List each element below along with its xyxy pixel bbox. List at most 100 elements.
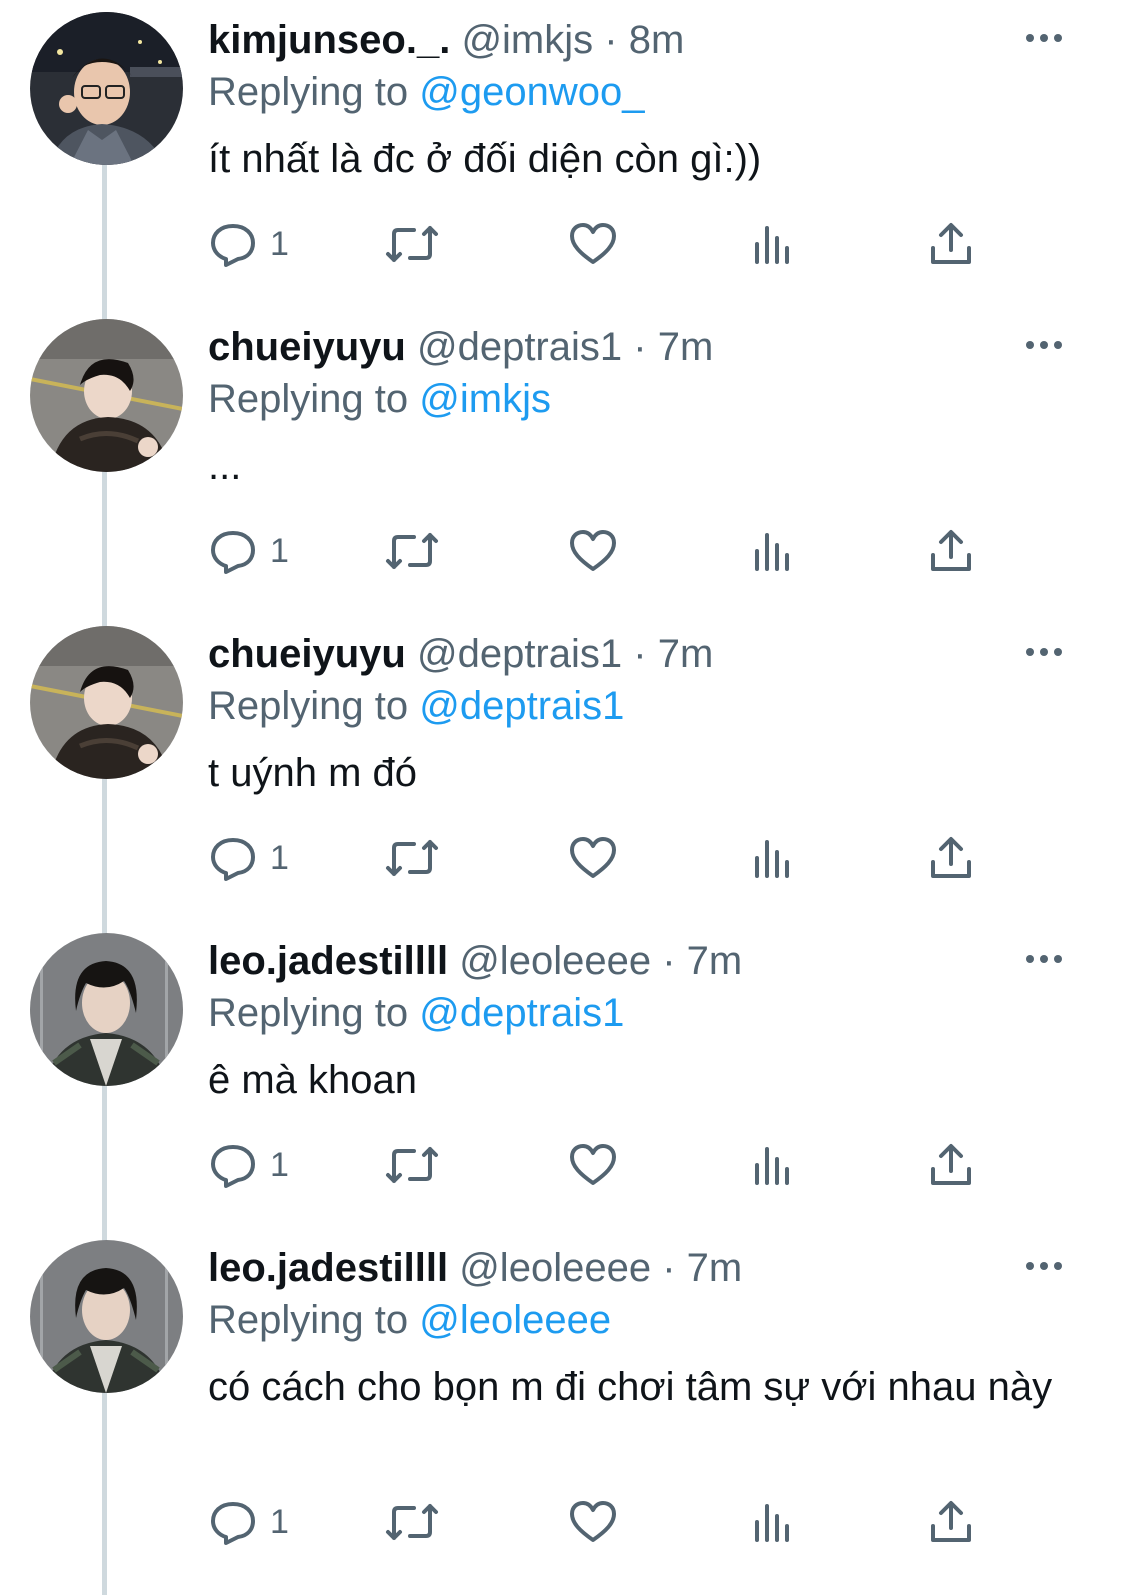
- display-name[interactable]: leo.jadestillll: [208, 1246, 448, 1290]
- tweet-text: ít nhất là đc ở đối diện còn gì:)): [208, 137, 762, 181]
- share-icon: [931, 1501, 971, 1542]
- timestamp[interactable]: 7m: [658, 325, 714, 369]
- more-options-icon[interactable]: [1024, 1256, 1064, 1276]
- like-button[interactable]: [568, 1494, 618, 1550]
- more-options-icon[interactable]: [1024, 949, 1064, 969]
- separator-dot: ·: [604, 18, 618, 62]
- user-handle[interactable]: @deptrais1: [417, 632, 622, 676]
- like-icon: [570, 530, 616, 571]
- tweet-header: chueiyuyu @deptrais1 · 7m: [208, 323, 713, 371]
- views-button[interactable]: [752, 523, 792, 579]
- replying-to-mention[interactable]: @deptrais1: [419, 684, 624, 728]
- timestamp[interactable]: 7m: [687, 939, 743, 983]
- replying-to: Replying to @deptrais1: [208, 682, 624, 730]
- user-handle[interactable]: @leoleeee: [459, 1246, 651, 1290]
- share-button[interactable]: [928, 830, 974, 886]
- like-button[interactable]: [568, 830, 618, 886]
- replying-to: Replying to @geonwoo_: [208, 68, 644, 116]
- tweet-actions: 1: [0, 216, 1125, 272]
- reply-icon: [211, 1502, 255, 1545]
- replying-to-mention[interactable]: @deptrais1: [419, 991, 624, 1035]
- views-icon: [755, 1504, 789, 1542]
- timestamp[interactable]: 8m: [629, 18, 685, 62]
- retweet-icon: [386, 533, 438, 569]
- avatar[interactable]: [30, 626, 183, 779]
- avatar-photo-street-icon: [30, 319, 183, 472]
- retweet-icon: [386, 226, 438, 262]
- user-handle[interactable]: @imkjs: [461, 18, 593, 62]
- tweet-actions: 1: [0, 1137, 1125, 1193]
- replying-to-label: Replying to: [208, 991, 409, 1035]
- display-name[interactable]: chueiyuyu: [208, 632, 406, 676]
- retweet-button[interactable]: [384, 1494, 440, 1550]
- reply-count: 1: [270, 1502, 289, 1541]
- views-button[interactable]: [752, 830, 792, 886]
- reply-button[interactable]: 1: [208, 1494, 289, 1550]
- display-name[interactable]: leo.jadestillll: [208, 939, 448, 983]
- display-name[interactable]: chueiyuyu: [208, 325, 406, 369]
- separator-dot: ·: [633, 325, 647, 369]
- separator-dot: ·: [662, 939, 676, 983]
- avatar[interactable]: [30, 319, 183, 472]
- reply-icon: [211, 838, 255, 881]
- reply-icon: [211, 224, 255, 267]
- retweet-icon: [386, 1504, 438, 1540]
- share-icon: [931, 837, 971, 878]
- tweet-text: ...: [208, 444, 242, 488]
- reply-button[interactable]: 1: [208, 1137, 289, 1193]
- avatar[interactable]: [30, 933, 183, 1086]
- views-button[interactable]: [752, 216, 792, 272]
- timestamp[interactable]: 7m: [687, 1246, 743, 1290]
- tweet-text: có cách cho bọn m đi chơi tâm sự với nha…: [208, 1365, 1053, 1409]
- replying-to-mention[interactable]: @geonwoo_: [419, 70, 644, 114]
- separator-dot: ·: [633, 632, 647, 676]
- tweet-text: t uýnh m đó: [208, 751, 418, 795]
- like-icon: [570, 1501, 616, 1542]
- views-button[interactable]: [752, 1137, 792, 1193]
- share-button[interactable]: [928, 216, 974, 272]
- views-button[interactable]: [752, 1494, 792, 1550]
- tweet-header: leo.jadestillll @leoleeee · 7m: [208, 937, 742, 985]
- like-button[interactable]: [568, 1137, 618, 1193]
- more-options-icon[interactable]: [1024, 28, 1064, 48]
- retweet-button[interactable]: [384, 830, 440, 886]
- share-button[interactable]: [928, 523, 974, 579]
- views-icon: [755, 533, 789, 571]
- more-options-icon[interactable]: [1024, 642, 1064, 662]
- replying-to: Replying to @leoleeee: [208, 1296, 611, 1344]
- replying-to-mention[interactable]: @leoleeee: [419, 1298, 611, 1342]
- separator-dot: ·: [662, 1246, 676, 1290]
- share-button[interactable]: [928, 1137, 974, 1193]
- like-icon: [570, 1144, 616, 1185]
- like-icon: [570, 223, 616, 264]
- views-icon: [755, 1147, 789, 1185]
- tweet-text: ê mà khoan: [208, 1058, 418, 1102]
- user-handle[interactable]: @leoleeee: [459, 939, 651, 983]
- like-button[interactable]: [568, 523, 618, 579]
- tweet-actions: 1: [0, 1494, 1125, 1550]
- like-icon: [570, 837, 616, 878]
- timestamp[interactable]: 7m: [658, 632, 714, 676]
- replying-to-label: Replying to: [208, 70, 409, 114]
- avatar[interactable]: [30, 1240, 183, 1393]
- reply-icon: [211, 531, 255, 574]
- tweet-header: chueiyuyu @deptrais1 · 7m: [208, 630, 713, 678]
- share-button[interactable]: [928, 1494, 974, 1550]
- retweet-icon: [386, 1147, 438, 1183]
- user-handle[interactable]: @deptrais1: [417, 325, 622, 369]
- retweet-button[interactable]: [384, 216, 440, 272]
- more-options-icon[interactable]: [1024, 335, 1064, 355]
- reply-button[interactable]: 1: [208, 523, 289, 579]
- tweet-actions: 1: [0, 523, 1125, 579]
- reply-count: 1: [270, 531, 289, 570]
- replying-to-mention[interactable]: @imkjs: [419, 377, 551, 421]
- like-button[interactable]: [568, 216, 618, 272]
- avatar-photo-jacket-icon: [30, 933, 183, 1086]
- retweet-button[interactable]: [384, 1137, 440, 1193]
- tweet-actions: 1: [0, 830, 1125, 886]
- avatar[interactable]: [30, 12, 183, 165]
- retweet-button[interactable]: [384, 523, 440, 579]
- reply-button[interactable]: 1: [208, 216, 289, 272]
- reply-button[interactable]: 1: [208, 830, 289, 886]
- display-name[interactable]: kimjunseo._.: [208, 18, 450, 62]
